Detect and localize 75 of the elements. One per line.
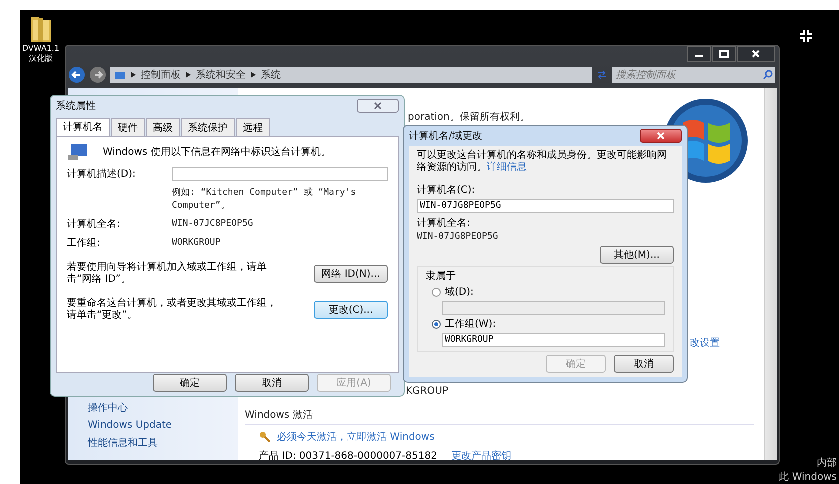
description-field[interactable]: [172, 167, 388, 181]
domain-field[interactable]: [442, 301, 665, 315]
sidebar-link[interactable]: 性能信息和工具: [88, 436, 238, 450]
tab[interactable]: 计算机名: [56, 118, 110, 137]
computer-icon: [67, 143, 89, 161]
radio-button[interactable]: [432, 288, 441, 296]
intro-text: 可以更改这台计算机的名称和成员身份。更改可能影响网络资源的访问。详细信息: [417, 150, 668, 174]
close-icon: [374, 102, 382, 110]
key-icon: [259, 431, 271, 443]
action-button[interactable]: 网络 ID(N)...: [314, 265, 388, 283]
breadcrumb-item[interactable]: 系统: [261, 68, 281, 82]
field-label: 工作组:: [67, 237, 102, 250]
radio-label[interactable]: 工作组(W):: [445, 317, 496, 331]
action-button[interactable]: 更改(C)...: [314, 301, 388, 319]
breadcrumb-item[interactable]: 控制面板: [141, 68, 181, 82]
details-link[interactable]: 详细信息: [487, 162, 527, 173]
copyright-text: poration。保留所有权利。: [408, 110, 530, 124]
section-heading: Windows 激活: [245, 408, 754, 425]
radio-button[interactable]: [432, 320, 441, 328]
dialog-button[interactable]: 取消: [235, 374, 309, 392]
forward-icon[interactable]: [89, 66, 107, 84]
chevron-icon: [186, 72, 191, 78]
field-label: 计算机全名:: [67, 218, 122, 231]
field-label: 计算机名(C):: [417, 184, 476, 197]
address-bar[interactable]: 控制面板 系统和安全 系统: [110, 67, 592, 83]
computer-name-value: WIN-07JC8PEOP5G: [172, 219, 254, 229]
close-icon: [657, 132, 665, 140]
workgroup-value: WORKGROUP: [172, 238, 222, 248]
computer-name-field[interactable]: WIN-07JG8PEOP5G: [417, 199, 674, 213]
maximize-button[interactable]: [712, 46, 736, 62]
field-label: 计算机描述(D):: [67, 168, 137, 181]
desktop-text: 内部: [817, 456, 837, 470]
desktop-text: 此 Windows: [779, 470, 837, 484]
workgroup-text: KGROUP: [406, 386, 448, 397]
close-button[interactable]: [640, 129, 682, 143]
close-button[interactable]: [737, 46, 775, 62]
sidebar-link[interactable]: 操作中心: [88, 401, 238, 415]
computer-name-value: WIN-07JG8PEOP5G: [417, 232, 500, 242]
search-field[interactable]: 搜索控制面板: [612, 67, 761, 83]
activate-link[interactable]: 必须今天激活，立即激活 Windows: [277, 430, 435, 444]
close-icon: [751, 50, 761, 58]
tab[interactable]: 系统保护: [181, 118, 235, 136]
sidebar-link[interactable]: Windows Update: [88, 420, 238, 431]
desktop-icon-label[interactable]: 汉化版: [29, 54, 53, 64]
change-key-link[interactable]: 更改产品密钥: [451, 449, 512, 463]
group-label: 隶属于: [426, 270, 457, 283]
maximize-icon: [719, 50, 729, 58]
settings-link[interactable]: 改设置: [690, 336, 720, 350]
desktop-icon-label[interactable]: DVWA1.1: [22, 44, 60, 54]
back-icon[interactable]: [68, 66, 86, 84]
field-label: 计算机全名:: [417, 216, 472, 230]
breadcrumb-item[interactable]: 系统和安全: [196, 68, 246, 82]
minimize-button[interactable]: [687, 46, 711, 62]
dialog-title: 计算机名/域更改: [409, 130, 482, 143]
exit-fullscreen-icon[interactable]: [799, 29, 813, 43]
example-text: 例如: “Kitchen Computer” 或 “Mary's Computer”。: [172, 186, 358, 212]
workgroup-field[interactable]: WORKGROUP: [442, 333, 665, 347]
scrollbar[interactable]: [764, 88, 777, 460]
dialog-button[interactable]: 确定: [153, 374, 227, 392]
dialog-button[interactable]: 取消: [614, 355, 674, 373]
dialog-title: 系统属性: [56, 100, 96, 113]
intro-text: Windows 使用以下信息在网络中标识这台计算机。: [103, 146, 331, 159]
control-panel-icon: [114, 70, 126, 80]
chevron-icon: [251, 72, 256, 78]
radio-label[interactable]: 域(D):: [445, 285, 474, 299]
chevron-icon: [131, 72, 136, 78]
folder-icon[interactable]: [29, 14, 53, 44]
search-icon[interactable]: [761, 67, 775, 83]
tab[interactable]: 硬件: [111, 118, 145, 136]
tab[interactable]: 高级: [146, 118, 180, 136]
product-id-text: 产品 ID: 00371-868-0000007-85182: [259, 450, 438, 463]
instruction-text: 若要使用向导将计算机加入域或工作组，请单击“网络 ID”。: [67, 262, 268, 286]
instruction-text: 要重命名这台计算机，或者更改其域或工作组，请单击“更改”。: [67, 298, 277, 322]
tab[interactable]: 远程: [236, 118, 270, 136]
more-button[interactable]: 其他(M)...: [600, 246, 674, 264]
